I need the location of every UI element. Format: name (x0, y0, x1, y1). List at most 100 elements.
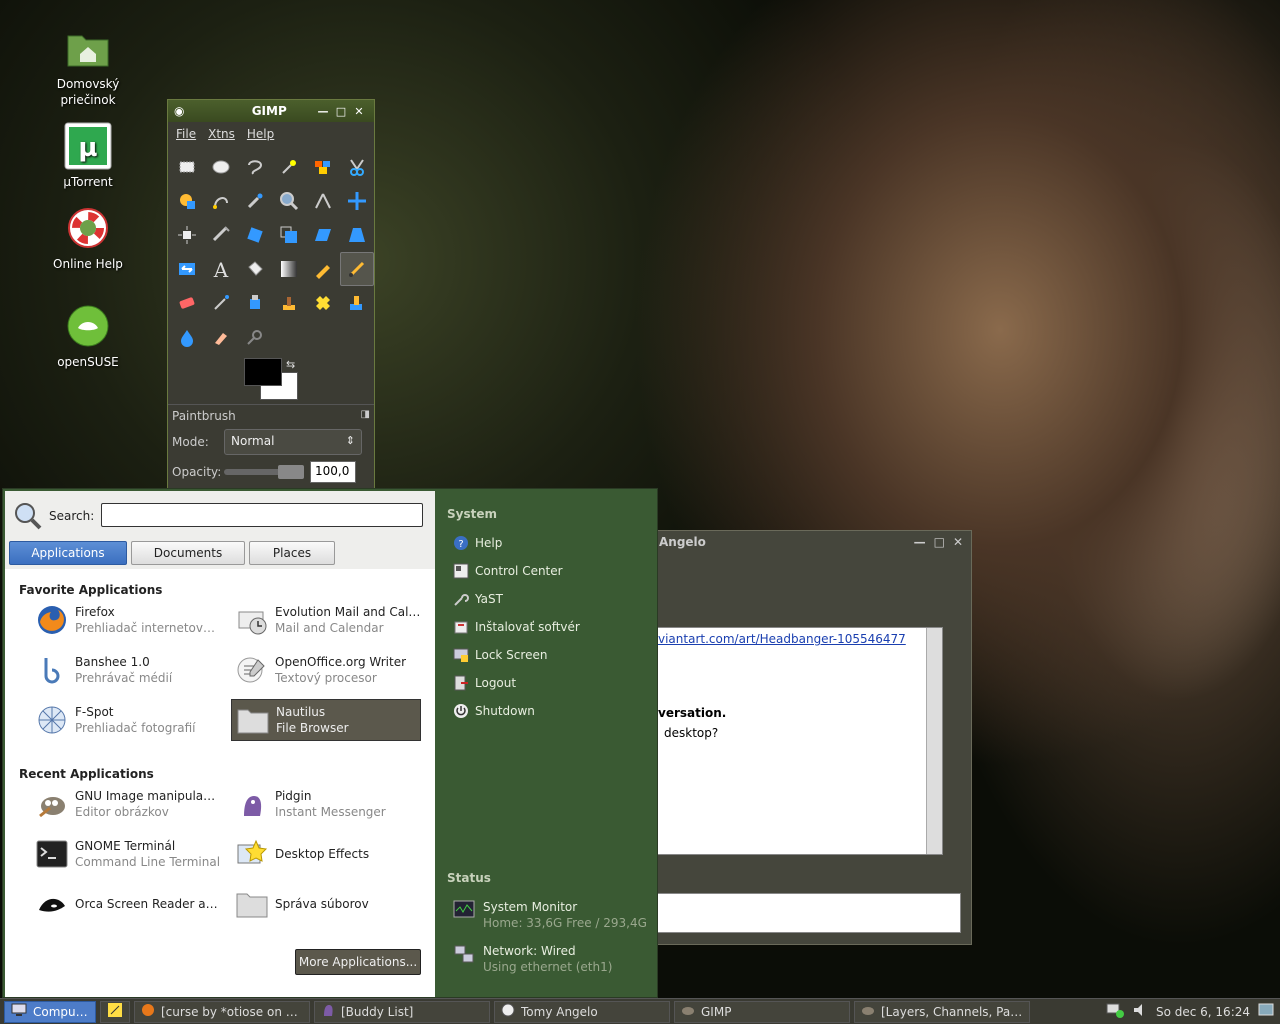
maximize-icon[interactable]: □ (332, 105, 350, 118)
foreground-select-tool-icon[interactable] (170, 184, 204, 218)
desktop-icon-home[interactable]: Domovský priečinok (38, 24, 138, 108)
volume-icon[interactable] (1132, 1002, 1148, 1021)
close-icon[interactable]: ✕ (350, 105, 368, 118)
pencil-tool-icon[interactable] (306, 252, 340, 286)
task-window-gimp[interactable]: GIMP (674, 1000, 850, 1023)
system-item-control-center[interactable]: Control Center (453, 561, 563, 581)
minimize-icon[interactable]: — (314, 105, 332, 118)
system-item-shutdown[interactable]: Shutdown (453, 701, 535, 721)
task-window-layers[interactable]: [Layers, Channels, Pa… (854, 1000, 1030, 1023)
color-select-tool-icon[interactable] (306, 150, 340, 184)
swap-colors-icon[interactable]: ⇆ (286, 358, 295, 371)
pidgin-titlebar[interactable]: Angelo — □ ✕ (641, 531, 971, 555)
lasso-tool-icon[interactable] (238, 150, 272, 184)
tab-places[interactable]: Places (249, 541, 335, 565)
app-orca[interactable]: Orca Screen Reader a… (31, 883, 221, 925)
gimp-titlebar[interactable]: ◉ GIMP — □ ✕ (168, 100, 374, 122)
system-item-logout[interactable]: Logout (453, 673, 516, 693)
minimize-icon[interactable]: — (914, 535, 926, 555)
ink-tool-icon[interactable] (238, 286, 272, 320)
opacity-input[interactable]: 100,0 (310, 461, 356, 483)
app-openoffice-writer[interactable]: OpenOffice.org Writer Textový procesor (231, 649, 421, 691)
zoom-tool-icon[interactable] (272, 184, 306, 218)
perspective-clone-tool-icon[interactable] (340, 286, 374, 320)
measure-tool-icon[interactable] (306, 184, 340, 218)
panel-menu-icon[interactable]: ◨ (361, 409, 370, 423)
rect-select-tool-icon[interactable] (170, 150, 204, 184)
color-picker-tool-icon[interactable] (238, 184, 272, 218)
opacity-slider[interactable] (224, 465, 304, 479)
crop-tool-icon[interactable] (204, 218, 238, 252)
menu-file[interactable]: File (176, 127, 196, 141)
desktop-icon-opensuse[interactable]: openSUSE (38, 302, 138, 370)
scale-tool-icon[interactable] (272, 218, 306, 252)
heal-tool-icon[interactable] (306, 286, 340, 320)
task-window-conversation[interactable]: Tomy Angelo (494, 1000, 670, 1023)
smudge-tool-icon[interactable] (204, 320, 238, 354)
tab-documents[interactable]: Documents (131, 541, 245, 565)
status-network[interactable]: Network: Wired Using ethernet (eth1) (453, 943, 612, 975)
blend-tool-icon[interactable] (272, 252, 306, 286)
scissors-tool-icon[interactable] (340, 150, 374, 184)
system-item-yast[interactable]: YaST (453, 589, 503, 609)
notes-launcher[interactable] (100, 1000, 130, 1023)
blur-tool-icon[interactable] (170, 320, 204, 354)
airbrush-tool-icon[interactable] (204, 286, 238, 320)
desktop-icon-utorrent[interactable]: µ µTorrent (38, 122, 138, 190)
rotate-tool-icon[interactable] (238, 218, 272, 252)
shear-tool-icon[interactable] (306, 218, 340, 252)
status-system-monitor[interactable]: System Monitor Home: 33,6G Free / 293,4G (453, 899, 647, 931)
text-tool-icon[interactable]: A (204, 252, 238, 286)
app-gnome-terminal[interactable]: GNOME Terminál Command Line Terminal (31, 833, 221, 875)
search-input[interactable] (101, 503, 423, 527)
chat-status-icon[interactable] (1106, 1002, 1124, 1021)
app-evolution[interactable]: Evolution Mail and Cal… Mail and Calendar (231, 599, 421, 641)
system-item-lock-screen[interactable]: Lock Screen (453, 645, 547, 665)
perspective-tool-icon[interactable] (340, 218, 374, 252)
search-label: Search: (49, 509, 95, 523)
menu-xtns[interactable]: Xtns (208, 127, 235, 141)
tab-applications[interactable]: Applications (9, 541, 127, 565)
show-desktop-icon[interactable] (1258, 1002, 1274, 1021)
clock[interactable]: So dec 6, 16:24 (1156, 1005, 1250, 1019)
app-f-spot[interactable]: F-Spot Prehliadač fotografií (31, 699, 221, 741)
system-item-install-software[interactable]: Inštalovať softvér (453, 617, 580, 637)
dodge-burn-tool-icon[interactable] (238, 320, 272, 354)
app-banshee[interactable]: Banshee 1.0 Prehrávač médií (31, 649, 221, 691)
foreground-color-swatch[interactable] (244, 358, 282, 386)
conversation-link[interactable]: viantart.com/art/Headbanger-105546477 (658, 632, 906, 646)
task-window-firefox[interactable]: [curse by *otiose on d… (134, 1000, 310, 1023)
close-icon[interactable]: ✕ (953, 535, 963, 555)
menu-help[interactable]: Help (247, 127, 274, 141)
conversation-scrollbar[interactable] (926, 628, 942, 854)
app-firefox[interactable]: Firefox Prehliadač internetový… (31, 599, 221, 641)
app-pidgin[interactable]: Pidgin Instant Messenger (231, 783, 421, 825)
computer-menu-button[interactable]: Computer (4, 1000, 96, 1023)
app-nautilus[interactable]: Nautilus File Browser (231, 699, 421, 741)
eraser-tool-icon[interactable] (170, 286, 204, 320)
app-desktop-effects[interactable]: Desktop Effects (231, 833, 421, 875)
more-applications-button[interactable]: More Applications... (295, 949, 421, 975)
opacity-slider-handle[interactable] (278, 465, 304, 479)
maximize-icon[interactable]: □ (934, 535, 945, 555)
computer-icon (11, 1003, 27, 1020)
mode-select[interactable]: Normal (224, 429, 362, 455)
move-tool-icon[interactable] (340, 184, 374, 218)
clone-tool-icon[interactable] (272, 286, 306, 320)
app-file-manager[interactable]: Správa súborov (231, 883, 421, 925)
flip-tool-icon[interactable] (170, 252, 204, 286)
paintbrush-tool-icon[interactable] (340, 252, 374, 286)
ellipse-select-tool-icon[interactable] (204, 150, 238, 184)
system-title: System (447, 507, 497, 521)
desktop-icon-online-help[interactable]: Online Help (38, 204, 138, 272)
system-item-help[interactable]: ? Help (453, 533, 502, 553)
message-entry[interactable] (641, 893, 961, 933)
bucket-fill-tool-icon[interactable] (238, 252, 272, 286)
status-name: Network: Wired (483, 944, 576, 958)
app-desc: Command Line Terminal (75, 855, 221, 869)
fuzzy-select-tool-icon[interactable] (272, 150, 306, 184)
align-tool-icon[interactable] (170, 218, 204, 252)
paths-tool-icon[interactable] (204, 184, 238, 218)
app-gimp[interactable]: GNU Image manipula… Editor obrázkov (31, 783, 221, 825)
task-window-buddy-list[interactable]: [Buddy List] (314, 1000, 490, 1023)
